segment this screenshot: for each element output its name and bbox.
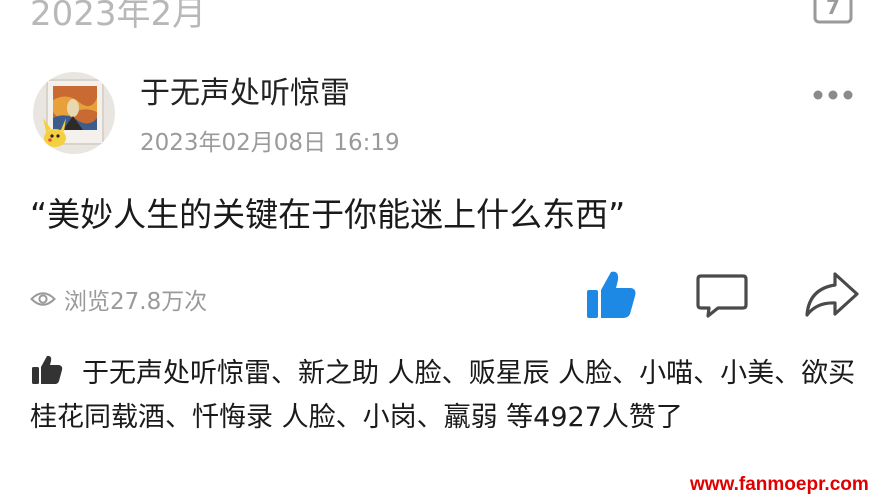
more-dots-icon [813, 90, 853, 100]
calendar-icon[interactable]: 7 [812, 0, 854, 26]
watermark: www.fanmoepr.com [690, 474, 869, 495]
share-button[interactable] [801, 265, 861, 325]
post-text: “美妙人生的关键在于你能迷上什么东西” [30, 195, 626, 234]
author-name[interactable]: 于无声处听惊雷 [140, 68, 350, 112]
post-timestamp: 2023年02月08日 16:19 [140, 130, 400, 156]
eye-icon [30, 292, 56, 306]
view-count-label: 浏览27.8万次 [64, 289, 208, 315]
avatar[interactable] [33, 72, 115, 154]
comment-button[interactable] [692, 265, 752, 325]
month-header: 2023年2月 [30, 0, 207, 34]
likers-text[interactable]: 于无声处听惊雷、新之助 人脸、贩星辰 人脸、小喵、小美、欲买桂花同载酒、忏悔录 … [30, 358, 855, 433]
thumbs-up-icon [587, 271, 636, 318]
thumbs-up-small-icon [32, 355, 63, 384]
likers-list: 于无声处听惊雷、新之助 人脸、贩星辰 人脸、小喵、小美、欲买桂花同载酒、忏悔录 … [30, 352, 870, 440]
like-button[interactable] [582, 265, 642, 325]
more-options-button[interactable] [806, 80, 860, 110]
calendar-day: 7 [826, 0, 840, 19]
share-arrow-icon [805, 272, 859, 317]
view-count: 浏览27.8万次 [30, 283, 207, 315]
comment-bubble-icon [696, 274, 748, 318]
